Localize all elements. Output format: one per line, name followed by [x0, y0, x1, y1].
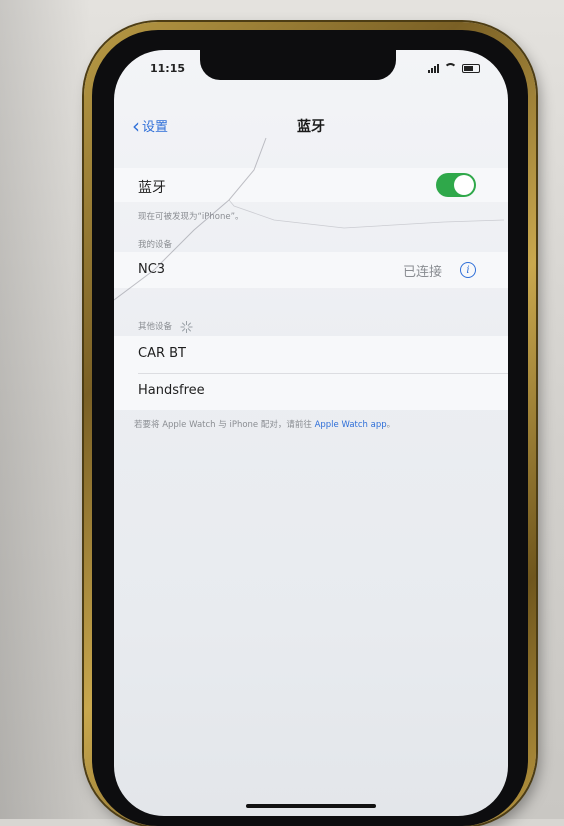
battery-icon — [462, 63, 480, 73]
footnote-prefix: 若要将 Apple Watch 与 iPhone 配对，请前往 — [134, 420, 315, 430]
apple-watch-footnote: 若要将 Apple Watch 与 iPhone 配对，请前往 Apple Wa… — [134, 418, 494, 430]
other-devices-list: CAR BT Handsfree — [114, 336, 508, 410]
loading-spinner-icon — [180, 320, 193, 333]
signal-icon — [428, 63, 439, 73]
connection-status: 已连接 — [402, 265, 442, 280]
page-title: 蓝牙 — [297, 119, 325, 135]
device-row-nc3[interactable]: NC3 已连接 i — [114, 252, 508, 288]
other-devices-label: 其他设备 — [138, 322, 173, 332]
bluetooth-toggle-row[interactable]: 蓝牙 — [114, 168, 508, 202]
device-name: Handsfree — [138, 383, 205, 398]
wifi-icon — [444, 63, 457, 73]
phone-bezel: 11:15 ‹ 设置 蓝牙 蓝牙 现在可被发现为“iPhone”。 我的设备 N… — [92, 30, 528, 826]
info-icon[interactable]: i — [460, 262, 476, 278]
phone-screen: 11:15 ‹ 设置 蓝牙 蓝牙 现在可被发现为“iPhone”。 我的设备 N… — [114, 50, 508, 816]
discoverable-caption: 现在可被发现为“iPhone”。 — [138, 212, 244, 222]
apple-watch-app-link[interactable]: Apple Watch app — [315, 420, 387, 430]
device-name: NC3 — [138, 262, 166, 277]
bluetooth-label: 蓝牙 — [138, 180, 166, 196]
device-name: CAR BT — [138, 346, 186, 361]
footnote-suffix: 。 — [386, 420, 396, 430]
phone-device: 11:15 ‹ 设置 蓝牙 蓝牙 现在可被发现为“iPhone”。 我的设备 N… — [84, 22, 536, 826]
device-row-car-bt[interactable]: CAR BT — [114, 336, 508, 373]
navigation-bar: ‹ 设置 蓝牙 — [114, 108, 508, 144]
camera-notch — [200, 50, 396, 80]
status-time: 11:15 — [150, 62, 186, 75]
bluetooth-toggle[interactable] — [436, 173, 476, 197]
status-icons — [428, 62, 480, 74]
other-devices-header: 其他设备 — [138, 320, 193, 333]
device-row-handsfree[interactable]: Handsfree — [114, 373, 508, 410]
my-devices-header: 我的设备 — [138, 240, 173, 250]
home-indicator — [246, 804, 376, 808]
